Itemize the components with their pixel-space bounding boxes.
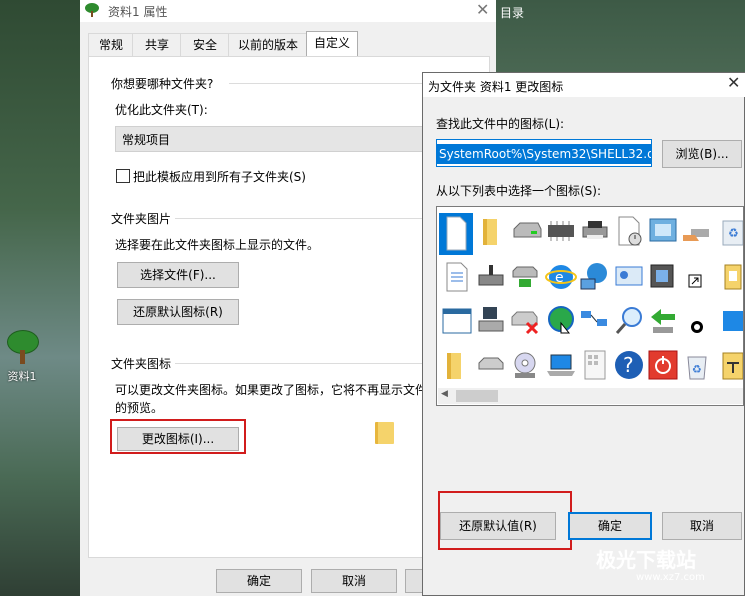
watermark-url: www.xz7.com xyxy=(636,572,705,583)
icon-list-label: 从以下列表中选择一个图标(S): xyxy=(436,184,602,198)
network-globe-icon[interactable] xyxy=(579,261,611,293)
display-card-icon[interactable] xyxy=(613,261,645,293)
browse-button[interactable]: 浏览(B)... xyxy=(662,140,742,168)
properties-title: 资料1 属性 xyxy=(108,5,168,19)
optimize-label: 优化此文件夹(T): xyxy=(115,103,208,117)
search-icon[interactable] xyxy=(613,305,645,337)
apply-template-label[interactable]: 把此模板应用到所有子文件夹(S) xyxy=(133,168,306,185)
hand-drive-icon[interactable] xyxy=(681,215,713,247)
drive-small-icon[interactable] xyxy=(475,349,507,381)
scroll-left-icon[interactable]: ◀ xyxy=(441,389,448,399)
search-file-label: 查找此文件中的图标(L): xyxy=(436,117,565,131)
power-icon[interactable] xyxy=(647,349,679,381)
svg-text:e: e xyxy=(555,270,564,286)
folder-icon[interactable] xyxy=(441,349,473,381)
tree-icon xyxy=(7,330,39,366)
blank-document-icon[interactable] xyxy=(439,213,473,255)
icon-file-path-value[interactable]: SystemRoot%\System32\SHELL32.dll xyxy=(437,144,651,164)
cd-icon[interactable] xyxy=(509,349,541,381)
server-drive-icon[interactable] xyxy=(509,261,541,293)
change-icon-titlebar: 为文件夹 资料1 更改图标 ✕ xyxy=(423,73,745,97)
text-document-icon[interactable] xyxy=(441,261,473,293)
folder-type-heading: 你想要哪种文件夹? xyxy=(111,77,214,91)
cancel-button[interactable]: 取消 xyxy=(662,512,742,540)
chip-icon[interactable] xyxy=(545,215,577,247)
icon-file-path-input[interactable]: SystemRoot%\System32\SHELL32.dll xyxy=(436,139,652,167)
network-drive-icon[interactable] xyxy=(475,261,507,293)
desktop-window-title: 目录 xyxy=(500,6,525,20)
move-arrow-icon[interactable] xyxy=(647,305,679,337)
choose-file-button[interactable]: 选择文件(F)... xyxy=(117,262,239,288)
desktop-background-left xyxy=(0,0,80,596)
restore-default-picture-button[interactable]: 还原默认图标(R) xyxy=(117,299,239,325)
recycle-bin-icon[interactable]: ♻ xyxy=(681,349,713,381)
shortcut-arrow-icon[interactable] xyxy=(681,261,713,293)
watermark-logo-text: 极光下载站 xyxy=(596,548,696,572)
change-icon-title: 为文件夹 资料1 更改图标 xyxy=(428,80,564,94)
recycle-icon[interactable]: ♻ xyxy=(717,215,743,247)
window-icon[interactable] xyxy=(441,305,473,337)
tab-customize[interactable]: 自定义 xyxy=(306,31,358,57)
folder-preview-icon xyxy=(375,422,394,444)
highlight-box xyxy=(438,491,572,550)
close-icon[interactable]: ✕ xyxy=(727,73,740,92)
tree-folder-icon[interactable] xyxy=(717,349,743,381)
folder-icon[interactable] xyxy=(477,215,509,247)
horizontal-scrollbar[interactable]: ◀ xyxy=(438,388,743,404)
tab-previous-versions[interactable]: 以前的版本 xyxy=(228,33,308,56)
script-icon[interactable] xyxy=(717,261,743,293)
scroll-thumb[interactable] xyxy=(456,390,498,402)
folder-picture-description: 选择要在此文件夹图标上显示的文件。 xyxy=(115,238,320,252)
divider xyxy=(175,218,429,219)
close-icon[interactable]: ✕ xyxy=(476,0,489,19)
tab-sharing[interactable]: 共享 xyxy=(132,33,182,56)
tree-icon xyxy=(85,3,99,17)
folder-icon-description-line2: 的预览。 xyxy=(115,401,164,415)
grid-document-icon[interactable] xyxy=(579,349,611,381)
tape-drive-icon[interactable] xyxy=(647,261,679,293)
svg-text:♻: ♻ xyxy=(728,226,739,240)
cancel-button[interactable]: 取消 xyxy=(311,569,397,593)
network-icon[interactable] xyxy=(579,305,611,337)
printer-icon[interactable] xyxy=(579,215,611,247)
ok-button[interactable]: 确定 xyxy=(568,512,652,540)
laptop-icon[interactable] xyxy=(545,349,577,381)
change-icon-dialog: 为文件夹 资料1 更改图标 ✕ 查找此文件中的图标(L): SystemRoot… xyxy=(422,72,745,596)
blue-square-icon[interactable] xyxy=(717,305,743,337)
optimize-select[interactable]: 常规项目 xyxy=(115,126,435,152)
highlight-box xyxy=(110,419,246,454)
disconnected-drive-icon[interactable] xyxy=(509,305,541,337)
properties-titlebar: 资料1 属性 ✕ xyxy=(80,0,496,22)
drive-icon[interactable] xyxy=(511,215,543,247)
save-disk-icon[interactable] xyxy=(475,305,507,337)
svg-text:♻: ♻ xyxy=(692,363,702,376)
ok-button[interactable]: 确定 xyxy=(216,569,302,593)
blocked-icon[interactable] xyxy=(681,305,713,337)
globe-cursor-icon[interactable] xyxy=(545,305,577,337)
desktop-icon-label: 资料1 xyxy=(7,370,37,383)
help-icon[interactable]: ? xyxy=(613,349,645,381)
folder-picture-heading: 文件夹图片 xyxy=(111,212,172,226)
tab-general[interactable]: 常规 xyxy=(88,33,134,56)
tab-security[interactable]: 安全 xyxy=(180,33,230,56)
icon-list[interactable]: ♻ e ? ♻ ◀ xyxy=(436,206,744,406)
divider xyxy=(175,363,429,364)
folder-icon-heading: 文件夹图标 xyxy=(111,357,172,371)
divider xyxy=(229,83,429,84)
apply-template-checkbox[interactable] xyxy=(116,169,130,183)
monitor-window-icon[interactable] xyxy=(647,215,679,247)
svg-text:?: ? xyxy=(623,353,634,377)
document-clock-icon[interactable] xyxy=(613,215,645,247)
folder-icon-description: 可以更改文件夹图标。如果更改了图标，它将不再显示文件 xyxy=(115,383,428,397)
desktop-folder-shortcut[interactable]: 资料1 xyxy=(2,330,42,384)
internet-explorer-icon[interactable]: e xyxy=(545,261,577,293)
